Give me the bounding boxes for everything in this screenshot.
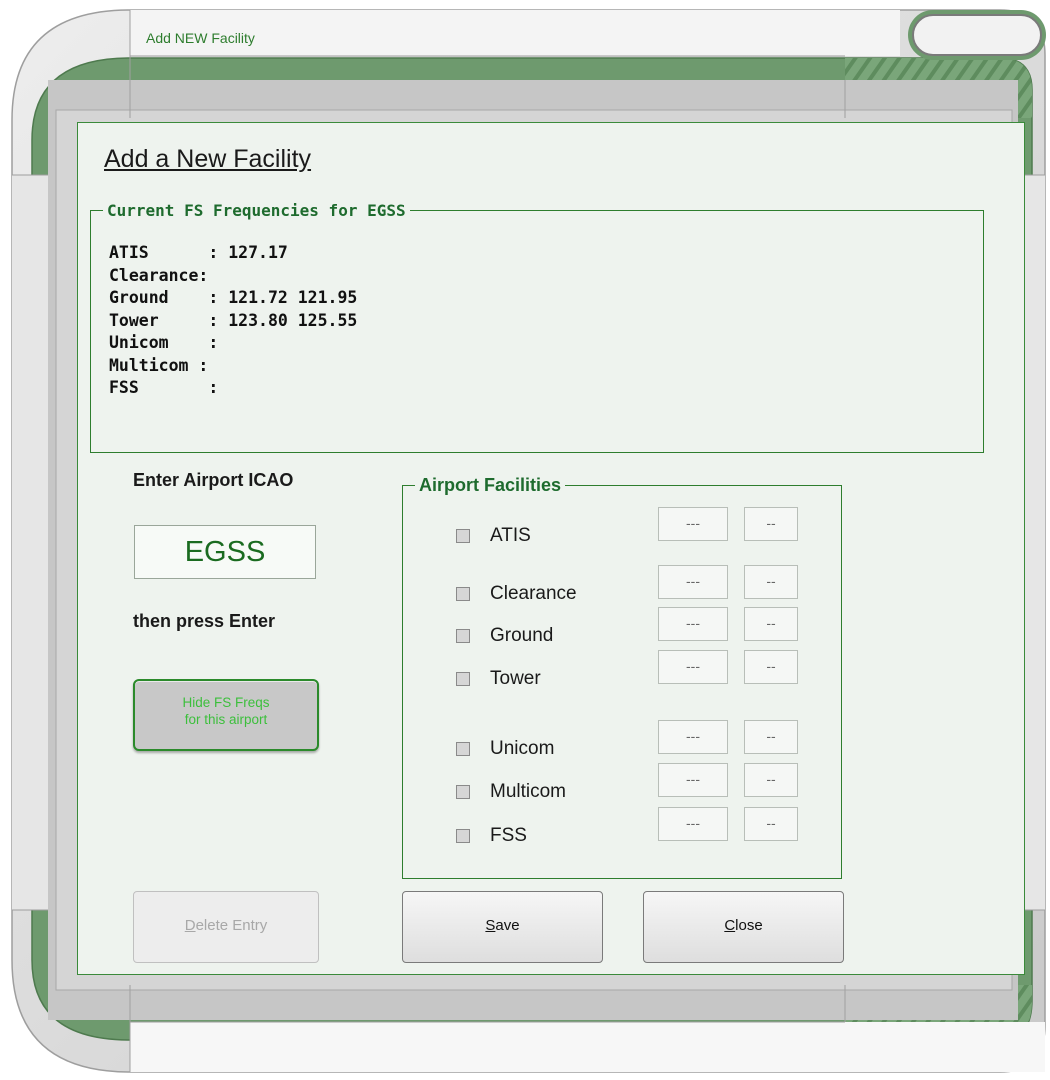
facility-checkbox[interactable] (456, 785, 470, 799)
enter-hint: then press Enter (133, 611, 276, 631)
delete-entry-button[interactable]: Delete Entry (133, 891, 319, 963)
facility-checkbox[interactable] (456, 742, 470, 756)
frequency-line: Unicom : (109, 333, 219, 352)
frequency-line: ATIS : 127.17 (109, 243, 288, 262)
facility-khz-field[interactable]: -- (744, 607, 798, 641)
facility-label: Tower (490, 668, 541, 689)
page-title: Add a New Facility (104, 145, 312, 173)
save-label-rest: ave (495, 917, 520, 934)
delete-accel: D (184, 917, 196, 934)
facility-label: FSS (490, 825, 527, 846)
frequency-line: Multicom : (109, 355, 209, 375)
facility-khz-field[interactable]: -- (744, 763, 798, 797)
facility-khz-field[interactable]: -- (744, 807, 798, 841)
facility-label: Multicom (490, 781, 567, 802)
facility-mhz-field[interactable]: --- (658, 565, 728, 599)
facility-checkbox[interactable] (456, 672, 470, 686)
facility-label: Clearance (490, 583, 577, 604)
facility-mhz-field[interactable]: --- (658, 763, 728, 797)
facility-khz-field[interactable]: -- (744, 565, 798, 599)
facility-checkbox[interactable] (456, 829, 470, 843)
facility-label: Ground (490, 625, 554, 646)
facility-checkbox[interactable] (456, 587, 470, 601)
facility-list: ATIS --- -- Clearance --- -- Ground --- -- Tower -… (402, 475, 842, 879)
facility-mhz-field[interactable]: --- (658, 807, 728, 841)
facility-checkbox[interactable] (456, 529, 470, 543)
frequency-list: ATIS : 127.17 Clearance: Ground : 121.72 1… (109, 242, 357, 400)
close-button[interactable]: Close (643, 891, 844, 963)
icao-input[interactable]: EGSS (134, 525, 316, 579)
save-accel: S (485, 917, 496, 934)
facility-mhz-field[interactable]: --- (658, 650, 728, 684)
save-button[interactable]: Save (402, 891, 603, 963)
facility-khz-field[interactable]: -- (744, 720, 798, 754)
hide-button-line2: for this airport (184, 712, 268, 727)
close-label-rest: lose (735, 917, 763, 934)
current-frequencies-legend: Current FS Frequencies for EGSS (107, 201, 406, 220)
frequency-line: Ground : 121.72 121.95 (109, 288, 358, 307)
facility-khz-field[interactable]: -- (744, 507, 798, 541)
facility-checkbox[interactable] (456, 629, 470, 643)
facility-mhz-field[interactable]: --- (658, 607, 728, 641)
facility-label: ATIS (490, 525, 531, 546)
window-close-pill[interactable] (912, 14, 1042, 56)
facility-khz-field[interactable]: -- (744, 650, 798, 684)
frequency-line: FSS : (109, 378, 219, 397)
facility-mhz-field[interactable]: --- (658, 720, 728, 754)
facility-mhz-field[interactable]: --- (658, 507, 728, 541)
delete-label-rest: elete Entry (195, 917, 268, 934)
close-accel: C (724, 917, 736, 934)
add-facility-panel: Add a New Facility Current FS Frequencie… (77, 122, 1025, 975)
hide-button-line1: Hide FS Freqs (182, 695, 270, 710)
frequency-line: Tower : 123.80 125.55 (109, 310, 358, 330)
frequency-line: Clearance: (109, 265, 209, 285)
window-title: Add NEW Facility (146, 30, 255, 46)
current-frequencies-group: Current FS Frequencies for EGSS ATIS : 1… (90, 201, 984, 453)
icao-label: Enter Airport ICAO (133, 470, 294, 490)
facility-label: Unicom (490, 738, 555, 759)
hide-fs-freqs-button[interactable]: Hide FS Freqs for this airport (133, 679, 319, 751)
